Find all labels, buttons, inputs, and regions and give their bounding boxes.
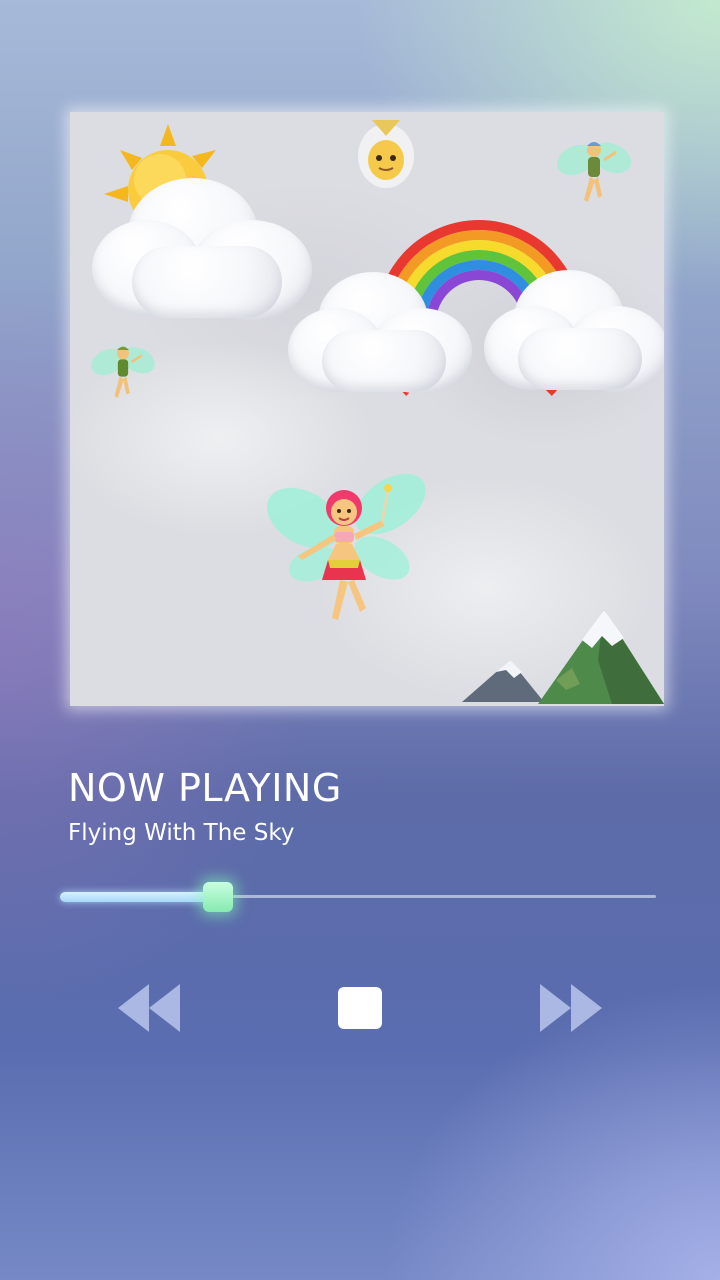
cloud-emoji [484,266,664,392]
rewind-button[interactable] [116,980,182,1036]
fairy-emoji [556,142,632,202]
upside-down-genie-emoji [358,120,414,188]
track-title: Flying With The Sky [68,820,295,846]
fast-forward-button[interactable] [538,980,604,1036]
progress-fill [60,892,218,902]
rewind-icon [118,984,180,1032]
stop-icon [338,987,382,1029]
fast-forward-icon [540,984,602,1032]
fairy-emoji [91,346,155,398]
cloud-emoji [92,172,314,322]
progress-slider[interactable] [60,882,656,912]
now-playing-heading: NOW PLAYING [68,766,342,810]
cloud-emoji [288,268,474,394]
fairy-emoji [267,473,426,620]
stop-button[interactable] [336,980,384,1036]
snow-capped-mountain-emoji [462,610,664,704]
progress-thumb[interactable] [202,882,233,912]
album-art [70,112,664,706]
